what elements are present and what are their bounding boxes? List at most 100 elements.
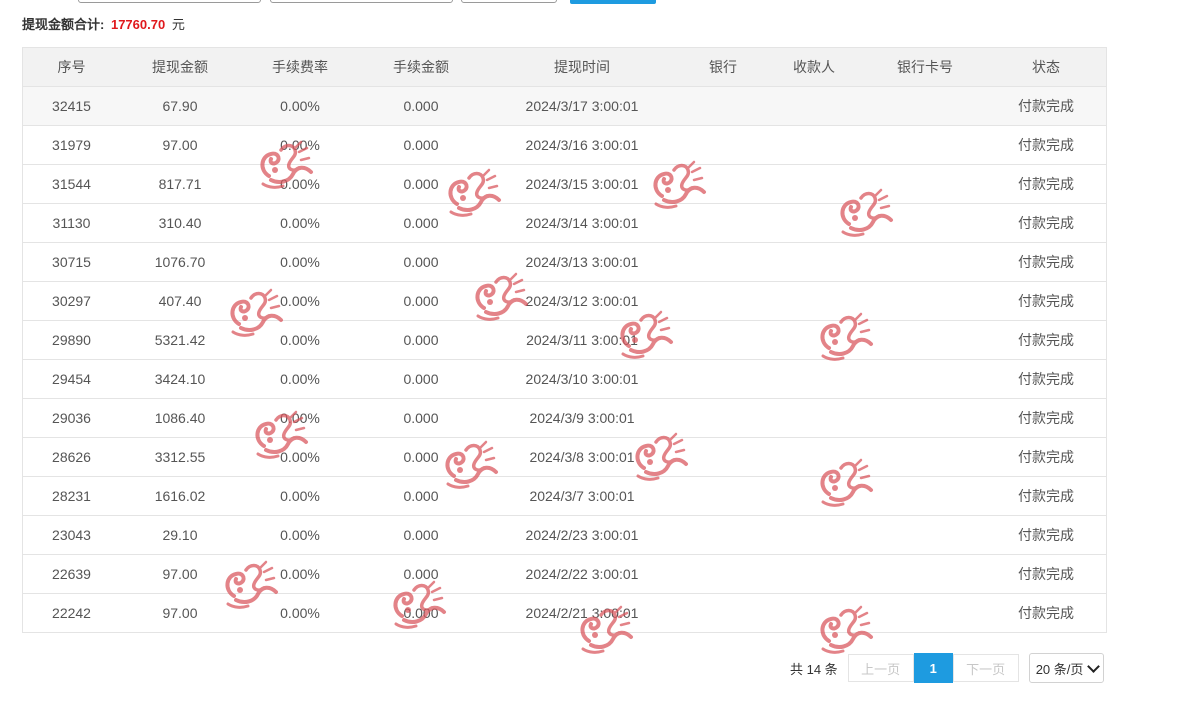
column-header: 手续金额 (393, 59, 449, 75)
row-bank (682, 555, 764, 593)
row-id: 32415 (52, 98, 91, 114)
row-fee: 0.000 (403, 98, 439, 114)
row-bank (682, 165, 764, 203)
row-fee-rate: 0.00% (280, 176, 320, 192)
prev-page-button[interactable]: 上一页 (847, 654, 914, 682)
column-header: 银行卡号 (897, 59, 953, 75)
row-fee-rate: 0.00% (280, 371, 320, 387)
row-fee-rate: 0.00% (280, 254, 320, 270)
row-bank (682, 594, 764, 632)
row-fee-rate: 0.00% (280, 410, 320, 426)
search-button[interactable] (570, 0, 656, 4)
row-time: 2024/3/9 3:00:01 (529, 410, 635, 426)
row-status: 付款完成 (1018, 527, 1074, 543)
row-amount: 97.00 (162, 605, 198, 621)
row-card (864, 360, 986, 398)
row-payee (764, 438, 864, 476)
page-1-button[interactable]: 1 (913, 653, 953, 683)
row-amount: 5321.42 (154, 332, 206, 348)
pagination: 共 14 条 上一页 1 下一页 20 条/页 (790, 653, 1104, 683)
row-payee (764, 360, 864, 398)
row-time: 2024/3/8 3:00:01 (529, 449, 635, 465)
row-bank (682, 477, 764, 515)
table-row: 30715 1076.70 0.00% 0.000 2024/3/13 3:00:01 付… (23, 243, 1106, 282)
row-id: 29890 (52, 332, 91, 348)
row-amount: 97.00 (162, 566, 198, 582)
status-select[interactable] (461, 0, 557, 3)
row-payee (764, 126, 864, 164)
row-card (864, 438, 986, 476)
row-status: 付款完成 (1018, 371, 1074, 387)
row-status: 付款完成 (1018, 488, 1074, 504)
row-card (864, 165, 986, 203)
row-time: 2024/3/15 3:00:01 (525, 176, 639, 192)
row-fee: 0.000 (403, 488, 439, 504)
table-row: 31544 817.71 0.00% 0.000 2024/3/15 3:00:01 付款… (23, 165, 1106, 204)
table-row: 32415 67.90 0.00% 0.000 2024/3/17 3:00:01 付款完… (23, 87, 1106, 126)
end-date-input[interactable] (270, 0, 453, 3)
row-card (864, 321, 986, 359)
row-status: 付款完成 (1018, 254, 1074, 270)
row-amount: 97.00 (162, 137, 198, 153)
column-header: 状态 (1032, 59, 1060, 75)
row-fee: 0.000 (403, 293, 439, 309)
row-payee (764, 321, 864, 359)
page-size-select[interactable]: 20 条/页 (1028, 653, 1104, 683)
table-row: 28626 3312.55 0.00% 0.000 2024/3/8 3:00:01 付款… (23, 438, 1106, 477)
row-bank (682, 87, 764, 125)
row-bank (682, 321, 764, 359)
table-row: 29454 3424.10 0.00% 0.000 2024/3/10 3:00:01 付… (23, 360, 1106, 399)
next-page-button[interactable]: 下一页 (952, 654, 1019, 682)
row-fee-rate: 0.00% (280, 332, 320, 348)
table-row: 31130 310.40 0.00% 0.000 2024/3/14 3:00:01 付款… (23, 204, 1106, 243)
row-status: 付款完成 (1018, 215, 1074, 231)
row-card (864, 594, 986, 632)
row-fee: 0.000 (403, 254, 439, 270)
row-amount: 1086.40 (154, 410, 206, 426)
row-amount: 3312.55 (154, 449, 206, 465)
row-fee-rate: 0.00% (280, 293, 320, 309)
row-bank (682, 516, 764, 554)
row-amount: 407.40 (158, 293, 202, 309)
row-bank (682, 243, 764, 281)
row-time: 2024/2/23 3:00:01 (525, 527, 639, 543)
row-card (864, 282, 986, 320)
column-header: 收款人 (793, 59, 835, 75)
row-card (864, 399, 986, 437)
row-payee (764, 204, 864, 242)
row-payee (764, 477, 864, 515)
row-payee (764, 399, 864, 437)
start-date-input[interactable] (78, 0, 261, 3)
row-fee: 0.000 (403, 566, 439, 582)
row-amount: 817.71 (158, 176, 202, 192)
table-row: 30297 407.40 0.00% 0.000 2024/3/12 3:00:01 付款… (23, 282, 1106, 321)
table-row: 29890 5321.42 0.00% 0.000 2024/3/11 3:00:01 付… (23, 321, 1106, 360)
column-header: 提现金额 (152, 59, 208, 75)
row-payee (764, 594, 864, 632)
row-bank (682, 126, 764, 164)
row-payee (764, 243, 864, 281)
row-id: 31544 (52, 176, 91, 192)
row-id: 31130 (52, 215, 91, 231)
row-time: 2024/3/10 3:00:01 (525, 371, 639, 387)
row-time: 2024/3/12 3:00:01 (525, 293, 639, 309)
row-fee: 0.000 (403, 371, 439, 387)
row-fee: 0.000 (403, 176, 439, 192)
table-row: 29036 1086.40 0.00% 0.000 2024/3/9 3:00:01 付款… (23, 399, 1106, 438)
row-id: 29454 (52, 371, 91, 387)
table-row: 22639 97.00 0.00% 0.000 2024/2/22 3:00:01 付款完… (23, 555, 1106, 594)
row-status: 付款完成 (1018, 410, 1074, 426)
row-card (864, 87, 986, 125)
withdraw-total-unit: 元 (171, 17, 185, 32)
row-fee: 0.000 (403, 410, 439, 426)
row-time: 2024/3/11 3:00:01 (526, 332, 638, 348)
row-status: 付款完成 (1018, 605, 1074, 621)
row-fee-rate: 0.00% (280, 137, 320, 153)
row-card (864, 204, 986, 242)
row-id: 30715 (52, 254, 91, 270)
table-row: 31979 97.00 0.00% 0.000 2024/3/16 3:00:01 付款完… (23, 126, 1106, 165)
row-status: 付款完成 (1018, 449, 1074, 465)
row-amount: 67.90 (162, 98, 198, 114)
row-amount: 29.10 (162, 527, 198, 543)
row-amount: 1076.70 (154, 254, 206, 270)
